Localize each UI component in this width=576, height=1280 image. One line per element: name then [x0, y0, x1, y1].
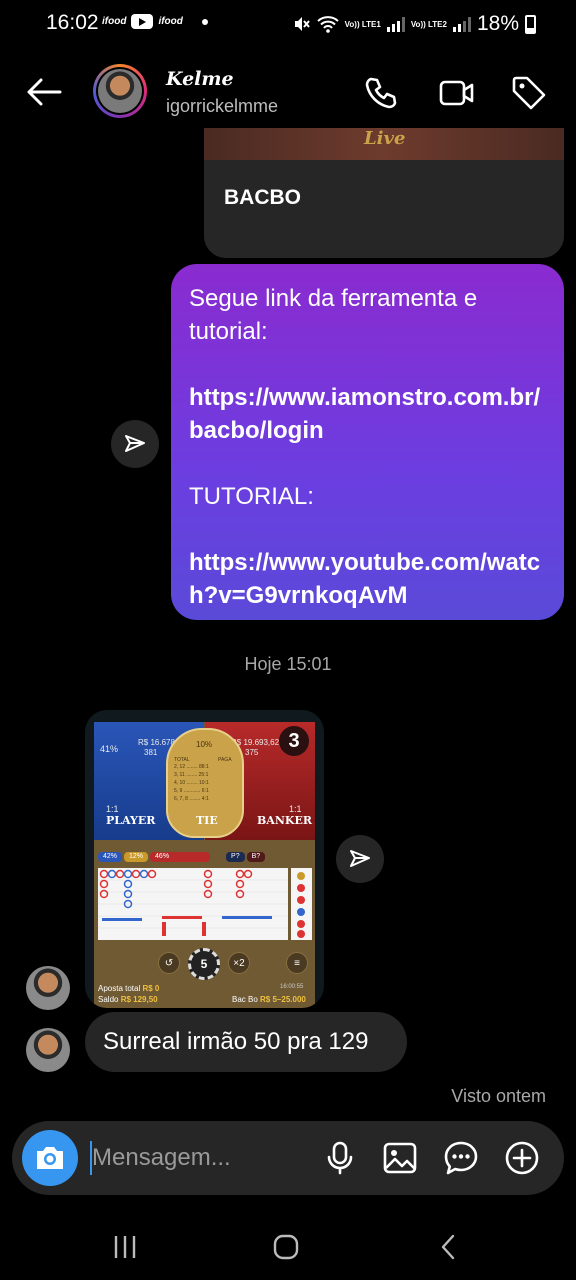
chat-header: Kelme igorrickelmme	[0, 58, 576, 128]
player-label: PLAYER	[106, 814, 156, 827]
recent-apps-icon[interactable]	[110, 1232, 140, 1262]
contact-handle[interactable]: igorrickelmme	[166, 96, 278, 117]
roadmap-side	[291, 868, 312, 940]
tie-row: 5, 9 ............ 6:1	[174, 788, 209, 794]
roadmap-side-grid	[297, 872, 305, 938]
game-name: Bac Bo	[232, 995, 258, 1004]
roadmap-grid	[98, 869, 288, 936]
avatar-photo	[98, 69, 142, 113]
battery-icon	[525, 14, 536, 34]
player-hint: P?	[226, 852, 245, 862]
bet-total-value: R$ 0	[142, 984, 160, 993]
balance-value: R$ 129,50	[120, 995, 158, 1004]
sender-avatar[interactable]	[26, 966, 70, 1010]
signal-1-icon	[386, 16, 405, 32]
outgoing-message[interactable]: Segue link da ferramenta e tutorial: htt…	[171, 264, 564, 620]
banker-ratio: 1:1	[289, 804, 302, 814]
shared-post-image[interactable]: Live	[204, 128, 564, 160]
tie-label: TIE	[196, 814, 218, 827]
chip: 5	[188, 948, 220, 980]
tie-pct: 10%	[196, 740, 213, 749]
undo-icon: ↺	[158, 952, 180, 974]
tie-header-pays: PAGA	[218, 757, 232, 763]
back-icon[interactable]	[434, 1232, 464, 1262]
signal-2-icon	[452, 16, 471, 32]
shared-image-game[interactable]: 41% R$ 16.678,03 381 1:1 PLAYER R$ 19.69…	[85, 710, 324, 1008]
ifood-icon: ifood	[102, 16, 127, 27]
message-link-tool[interactable]: https://www.iamonstro.com.br/bacbo/login	[189, 381, 550, 447]
tie-row: 3, 11 ........ 25:1	[174, 772, 209, 778]
lte2-label: Vo)) LTE2	[410, 19, 447, 29]
player-ratio: 1:1	[106, 804, 119, 814]
roadmap-board	[98, 868, 288, 940]
home-icon[interactable]	[271, 1232, 301, 1262]
send-icon	[350, 850, 370, 867]
bet-total-label: Aposta total	[98, 984, 141, 993]
tie-header-total: TOTAL	[174, 757, 190, 763]
mute-icon	[294, 17, 310, 31]
game-stats: 42% 12% 46% P? B?	[98, 852, 312, 862]
message-input[interactable]	[92, 1141, 312, 1175]
message-text-tutorial: TUTORIAL:	[189, 483, 314, 510]
sender-avatar-2[interactable]	[26, 1028, 70, 1072]
system-navigation-bar	[0, 1210, 576, 1280]
tie-area: 10% TOTAL PAGA 2, 12 ........ 88:1 3, 11…	[166, 728, 244, 838]
bet-total: Aposta total R$ 0	[98, 984, 159, 993]
share-button[interactable]	[111, 420, 159, 468]
tie-row: 6, 7, 8 ........ 4:1	[174, 796, 209, 802]
banker-hint: B?	[246, 852, 266, 862]
balance-label: Saldo	[98, 995, 119, 1004]
shared-post-image-text: Live	[364, 128, 406, 149]
message-text: Segue link da ferramenta e tutorial:	[189, 285, 478, 345]
tie-row: 2, 12 ........ 88:1	[174, 764, 209, 770]
stat-player: 42%	[98, 852, 123, 862]
tag-icon[interactable]	[510, 74, 548, 112]
status-bar: 16:02 ifood ifood Vo)) LTE1 Vo)) LTE2 18…	[0, 0, 576, 48]
avatar[interactable]	[93, 64, 147, 118]
balance: Saldo R$ 129,50	[98, 995, 158, 1004]
shared-post-card[interactable]: BACBO	[204, 160, 564, 258]
banker-users: 375	[245, 748, 259, 757]
message-link-youtube[interactable]: https://www.youtube.com/watch?v=G9vrnkoq…	[189, 546, 550, 612]
stat-tie: 12%	[124, 852, 149, 862]
timestamp: Hoje 15:01	[244, 654, 332, 674]
tie-row: 4, 10 ........ 10:1	[174, 780, 209, 786]
camera-icon	[37, 1147, 63, 1169]
plus-icon[interactable]	[504, 1140, 540, 1176]
round-badge: 3	[279, 726, 309, 756]
message-composer	[12, 1121, 564, 1195]
seen-status: Visto ontem	[451, 1086, 546, 1106]
status-notifications: ifood ifood	[102, 14, 208, 29]
double-button: ×2	[228, 952, 250, 974]
send-icon	[125, 435, 145, 452]
battery-percent: 18%	[476, 12, 519, 35]
menu-icon: ≡	[286, 952, 308, 974]
banker-label: BANKER	[257, 814, 312, 827]
video-camera-icon[interactable]	[438, 74, 476, 112]
sticker-icon[interactable]	[443, 1140, 479, 1176]
status-indicators: Vo)) LTE1 Vo)) LTE2 18%	[293, 12, 536, 36]
game-limits-value: R$ 5–25.000	[260, 995, 306, 1004]
player-pct: 41%	[100, 744, 119, 754]
more-notifications-icon	[201, 18, 208, 25]
status-time: 16:02	[46, 11, 99, 34]
stat-banker: 46%	[150, 852, 211, 862]
wifi-icon	[316, 16, 339, 33]
contact-name[interactable]: Kelme	[166, 68, 234, 90]
ifood-icon-2: ifood	[158, 16, 183, 27]
game-limits: Bac Bo R$ 5–25.000	[232, 995, 306, 1004]
youtube-icon	[131, 14, 154, 29]
share-button-image[interactable]	[336, 835, 384, 883]
player-users: 381	[144, 748, 158, 757]
microphone-icon[interactable]	[322, 1140, 358, 1176]
back-arrow-icon[interactable]	[24, 76, 64, 108]
gallery-icon[interactable]	[382, 1140, 418, 1176]
phone-icon[interactable]	[362, 74, 400, 112]
game-time: 16:00:55	[280, 984, 304, 990]
incoming-message[interactable]: Surreal irmão 50 pra 129	[85, 1012, 407, 1072]
shared-post-title: BACBO	[224, 186, 301, 209]
game-screenshot: 41% R$ 16.678,03 381 1:1 PLAYER R$ 19.69…	[94, 722, 315, 1008]
camera-button[interactable]	[22, 1130, 78, 1186]
lte1-label: Vo)) LTE1	[344, 19, 381, 29]
